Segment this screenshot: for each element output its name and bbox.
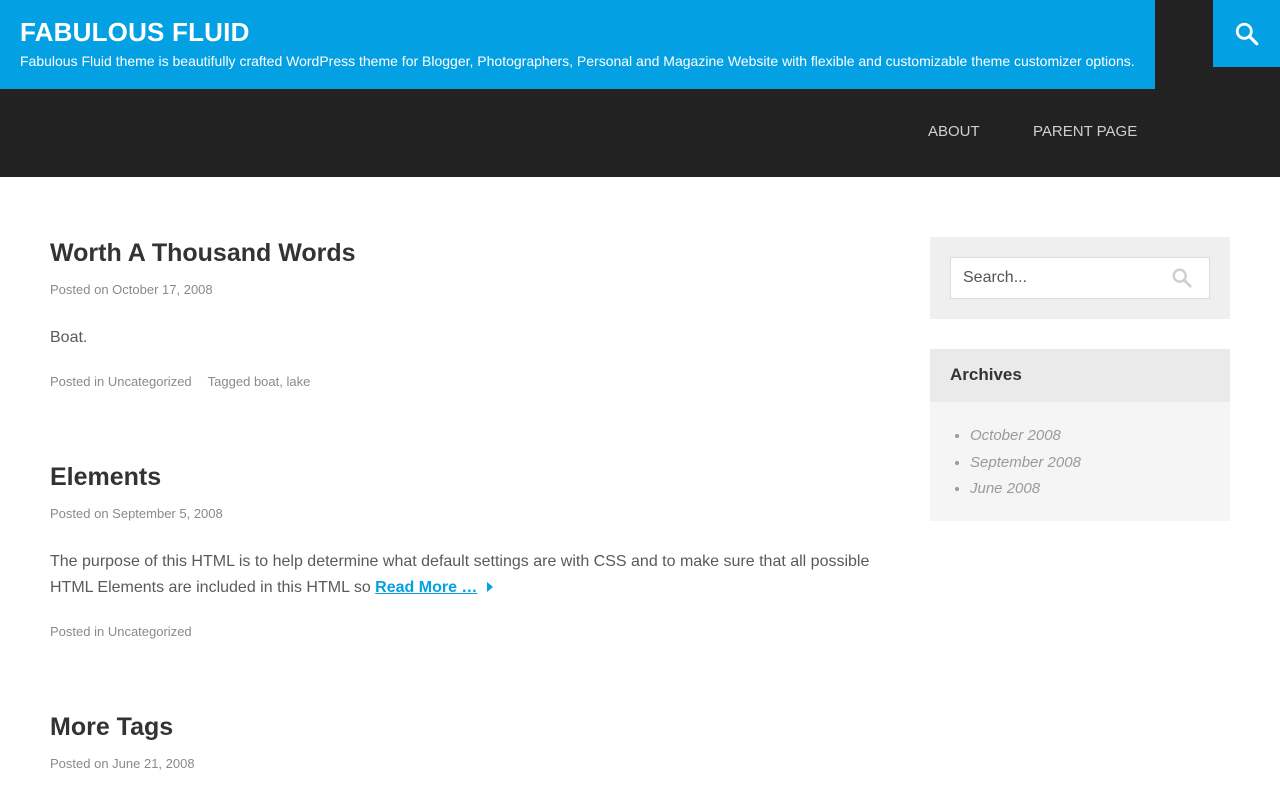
post-more-tags: More Tags Posted on June 21, 2008 [50,711,890,773]
post-excerpt: Boat. [50,329,88,346]
site-header: FABULOUS FLUID Fabulous Fluid theme is b… [0,0,1280,177]
post-footer: Posted in Uncategorized [50,623,890,641]
category-link[interactable]: Uncategorized [108,624,192,639]
search-form [950,257,1210,299]
posted-in-label: Posted in [50,624,105,639]
widget-title: Archives [930,349,1230,402]
primary-navigation: ABOUT PARENT PAGE [0,89,1280,177]
post-elements: Elements Posted on September 5, 2008 The… [50,461,890,641]
posted-on-label: Posted on [50,506,109,521]
post-worth-a-thousand-words: Worth A Thousand Words Posted on October… [50,237,890,391]
category-link[interactable]: Uncategorized [108,374,192,389]
read-more-link[interactable]: Read More … [375,579,477,596]
archive-link-september-2008[interactable]: September 2008 [970,454,1081,471]
header-search-toggle[interactable] [1213,0,1280,67]
post-excerpt: The purpose of this HTML is to help dete… [50,549,890,601]
archives-widget: Archives October 2008 September 2008 Jun… [930,349,1230,521]
site-description: Fabulous Fluid theme is beautifully craf… [20,53,1135,69]
post-meta: Posted on September 5, 2008 [50,505,890,523]
site-title[interactable]: FABULOUS FLUID [20,17,1135,47]
tag-link-boat[interactable]: boat [254,374,279,389]
post-footer: Posted in Uncategorized Tagged boat, lak… [50,374,311,389]
search-icon[interactable] [1171,267,1193,289]
archive-link-june-2008[interactable]: June 2008 [970,480,1040,497]
posted-on-label: Posted on [50,756,109,771]
post-title[interactable]: More Tags [50,711,890,743]
post-meta: Posted on October 17, 2008 [50,281,890,299]
search-icon [1235,22,1258,45]
archive-item: October 2008 [970,423,1230,450]
post-date-link[interactable]: September 5, 2008 [112,506,223,521]
site-branding: FABULOUS FLUID Fabulous Fluid theme is b… [0,0,1155,89]
archive-list: October 2008 September 2008 June 2008 [930,402,1230,503]
sidebar-search-widget [930,237,1230,319]
post-title[interactable]: Elements [50,461,890,493]
post-date-link[interactable]: June 21, 2008 [112,756,194,771]
post-meta: Posted on June 21, 2008 [50,755,890,773]
archive-link-october-2008[interactable]: October 2008 [970,427,1061,444]
caret-right-icon [487,582,494,592]
search-input[interactable] [951,258,1151,298]
nav-item-parent-page[interactable]: PARENT PAGE [1033,122,1137,142]
post-title[interactable]: Worth A Thousand Words [50,237,890,269]
archive-item: September 2008 [970,450,1230,477]
post-date-link[interactable]: October 17, 2008 [112,282,212,297]
nav-item-about[interactable]: ABOUT [928,122,980,142]
posted-in-label: Posted in [50,374,105,389]
posted-on-label: Posted on [50,282,109,297]
tagged-label: Tagged [207,374,251,389]
archive-item: June 2008 [970,476,1230,503]
tag-link-lake[interactable]: lake [287,374,311,389]
